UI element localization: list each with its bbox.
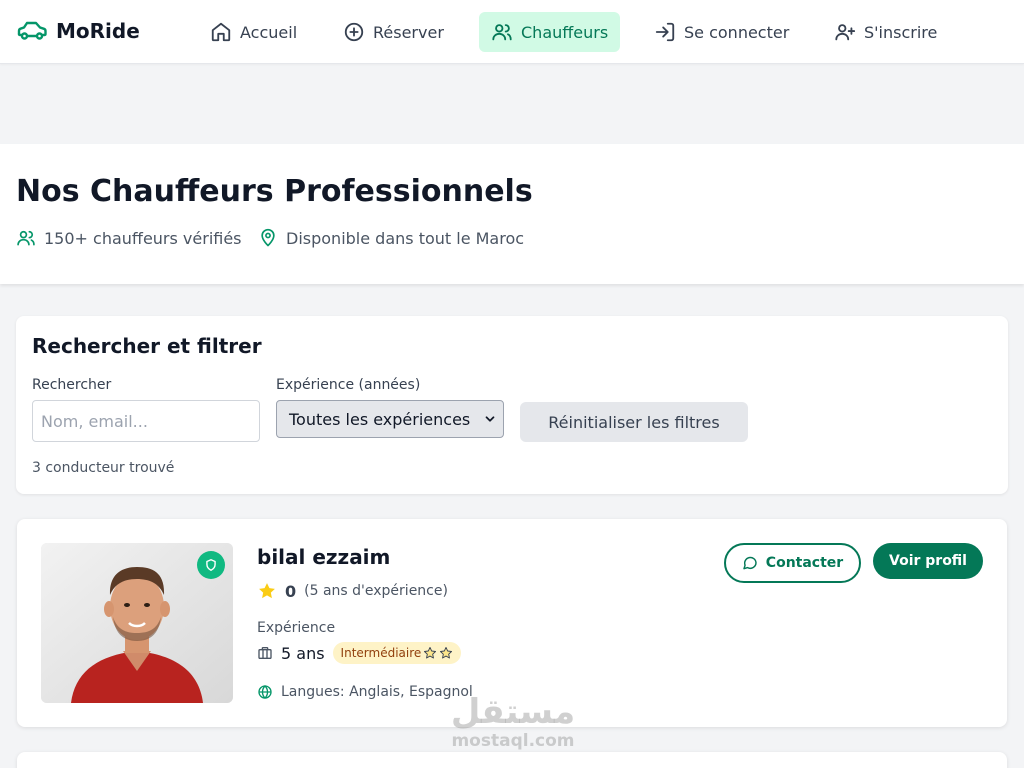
driver-rating: 0 (5 ans d'expérience): [257, 581, 448, 601]
shield-icon: [206, 559, 216, 571]
star-outline-icon: [424, 646, 437, 659]
experience-years: 5 ans: [281, 643, 325, 663]
brand-logo[interactable]: MoRide: [16, 19, 140, 43]
rating-experience: (5 ans d'expérience): [304, 583, 448, 599]
reset-filters-button[interactable]: Réinitialiser les filtres: [520, 402, 748, 442]
availability: Disponible dans tout le Maroc: [258, 228, 524, 248]
star-icon: [259, 583, 275, 599]
user-plus-icon: [835, 24, 856, 41]
nav-se-connecter[interactable]: Se connecter: [642, 12, 801, 52]
experience-select-value: Toutes les expériences: [289, 409, 471, 429]
availability-text: Disponible dans tout le Maroc: [286, 228, 525, 248]
map-pin-icon: [261, 228, 275, 247]
globe-icon: [258, 685, 272, 699]
experience-select[interactable]: Toutes les expériences: [276, 400, 504, 438]
users-icon: [492, 24, 512, 41]
top-navbar: MoRide Accueil Réserver Chauffeurs Se co…: [0, 0, 1024, 64]
verified-badge: [197, 551, 225, 579]
nav-accueil-label: Accueil: [240, 22, 298, 42]
nav-chauffeurs[interactable]: Chauffeurs: [479, 12, 621, 52]
contact-button[interactable]: Contacter: [724, 543, 861, 583]
driver-card-next: [17, 752, 1007, 768]
nav-se-connecter-label: Se connecter: [684, 22, 790, 42]
users-icon: [17, 230, 35, 246]
star-outline-icon: [440, 646, 453, 659]
experience-label: Expérience (années): [276, 377, 421, 393]
nav-chauffeurs-label: Chauffeurs: [521, 22, 609, 42]
nav-reserver[interactable]: Réserver: [331, 12, 456, 52]
contact-button-label: Contacter: [765, 555, 844, 571]
nav-reserver-label: Réserver: [373, 22, 444, 42]
driver-name[interactable]: bilal ezzaim: [257, 545, 390, 569]
page-title: Nos Chauffeurs Professionnels: [16, 174, 533, 209]
watermark-latin: mostaql.com: [451, 731, 575, 751]
view-profile-button[interactable]: Voir profil: [873, 543, 983, 579]
drivers-count: 150+ chauffeurs vérifiés: [16, 228, 242, 248]
driver-languages: Langues: Anglais, Espagnol: [257, 684, 473, 700]
search-input[interactable]: [32, 400, 260, 442]
experience-heading: Expérience: [257, 620, 336, 636]
experience-row: 5 ans Intermédiaire: [257, 642, 462, 664]
search-label: Rechercher: [32, 377, 112, 393]
nav-s-inscrire[interactable]: S'inscrire: [822, 12, 949, 52]
nav-accueil[interactable]: Accueil: [198, 12, 309, 52]
car-icon: [17, 21, 47, 40]
login-icon: [655, 22, 675, 42]
briefcase-icon: [258, 647, 272, 659]
rating-value: 0: [285, 581, 297, 601]
chevron-down-icon: [485, 416, 495, 422]
nav-s-inscrire-label: S'inscrire: [864, 22, 938, 42]
drivers-count-text: 150+ chauffeurs vérifiés: [44, 228, 242, 248]
home-icon: [211, 22, 231, 42]
result-count: 3 conducteur trouvé: [32, 460, 175, 476]
filter-title: Rechercher et filtrer: [32, 334, 262, 358]
level-badge: Intermédiaire: [332, 642, 462, 664]
hero-section: [0, 144, 1024, 284]
brand-name: MoRide: [56, 19, 140, 43]
languages-text: Langues: Anglais, Espagnol: [281, 684, 473, 700]
message-circle-icon: [743, 556, 757, 570]
plus-circle-icon: [344, 22, 364, 42]
level-text: Intermédiaire: [340, 646, 422, 660]
